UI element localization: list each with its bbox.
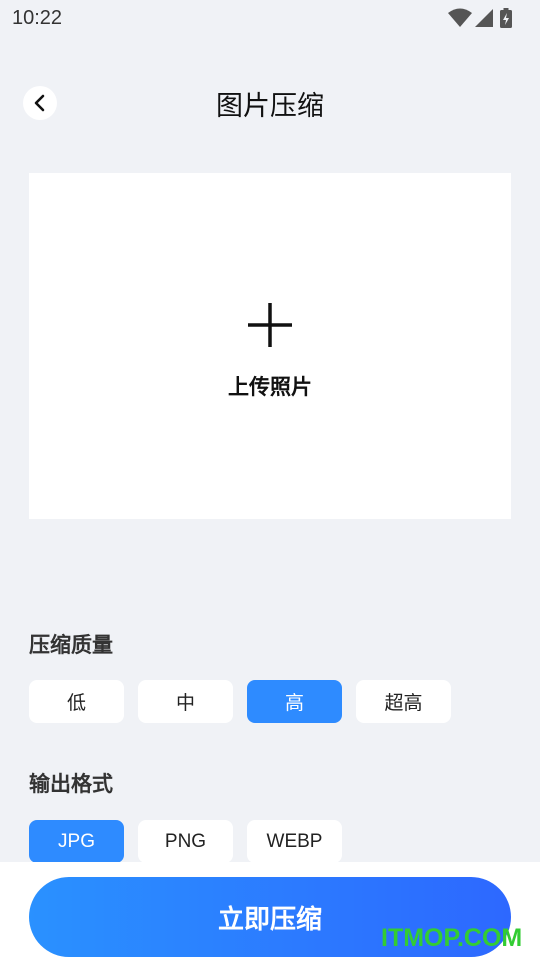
format-option-webp[interactable]: WEBP	[247, 820, 342, 863]
format-option-png[interactable]: PNG	[138, 820, 233, 863]
format-option-jpg[interactable]: JPG	[29, 820, 124, 863]
upload-photo-area[interactable]: 上传照片	[29, 173, 511, 519]
upload-photo-label: 上传照片	[228, 375, 312, 399]
battery-charging-icon	[500, 8, 512, 28]
status-bar: 10:22	[0, 0, 540, 38]
watermark: ITMOP.COM	[381, 924, 523, 952]
wifi-icon	[448, 8, 472, 27]
format-section-title: 输出格式	[29, 772, 113, 796]
plus-icon	[248, 303, 292, 347]
page-title: 图片压缩	[216, 91, 324, 122]
cellular-signal-icon	[475, 9, 493, 27]
quality-option-ultra[interactable]: 超高	[356, 680, 451, 723]
quality-section-title: 压缩质量	[29, 633, 113, 657]
quality-option-medium[interactable]: 中	[138, 680, 233, 723]
quality-option-high[interactable]: 高	[247, 680, 342, 723]
quality-option-low[interactable]: 低	[29, 680, 124, 723]
status-time: 10:22	[12, 7, 63, 29]
